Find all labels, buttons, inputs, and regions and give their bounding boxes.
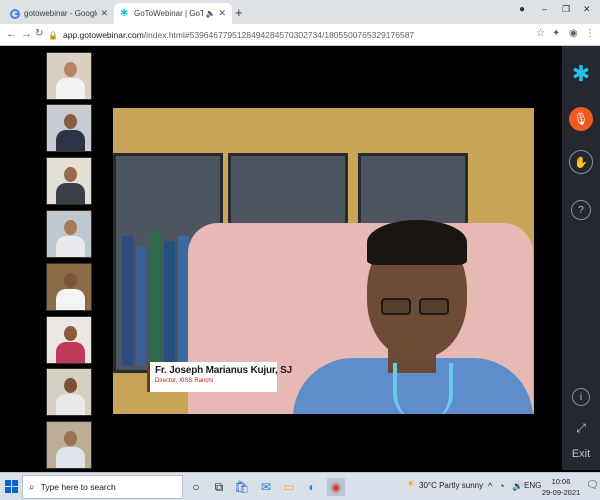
attendee-thumbnail[interactable] xyxy=(46,210,92,258)
attendee-head xyxy=(64,220,77,235)
bookmark-star-icon[interactable]: ☆ xyxy=(536,28,545,39)
attendee-body xyxy=(56,130,85,151)
speaker-icon[interactable]: 🔈 xyxy=(205,9,215,18)
extensions-icon[interactable]: ✦ xyxy=(552,28,560,39)
speaker-nameplate: Fr. Joseph Marianus Kujur, SJ Director, … xyxy=(147,362,293,392)
binder xyxy=(150,231,161,366)
attendee-body xyxy=(56,342,85,363)
back-arrow-icon[interactable]: ← xyxy=(6,28,17,40)
browser-tab-bar: gotowebinar - Google Search ✕ ✱ GoToWebi… xyxy=(0,0,600,24)
tab-title: gotowebinar - Google Search xyxy=(24,9,97,18)
expand-icon[interactable]: ⤢ xyxy=(569,416,593,440)
clock-time: 10:06 xyxy=(551,477,571,486)
screen: gotowebinar - Google Search ✕ ✱ GoToWebi… xyxy=(0,0,600,500)
url-field[interactable]: 🔒 app.gotowebinar.com/index.html#5396467… xyxy=(48,27,548,43)
info-icon[interactable]: i xyxy=(572,388,590,406)
attendee-head xyxy=(64,114,77,129)
exit-button[interactable]: Exit xyxy=(562,448,600,460)
attendee-head xyxy=(64,167,77,182)
glasses xyxy=(381,298,453,316)
new-tab-button[interactable]: + xyxy=(235,5,243,20)
minimize-button[interactable]: – xyxy=(542,4,547,14)
attendee-thumbnail[interactable] xyxy=(46,368,92,416)
close-tab-icon[interactable]: ✕ xyxy=(218,8,226,19)
microphone-icon[interactable]: 🎙 xyxy=(569,107,593,131)
help-icon[interactable]: ? xyxy=(571,200,591,220)
chrome-icon[interactable]: ◉ xyxy=(327,478,345,496)
attendee-thumbnail[interactable] xyxy=(46,316,92,364)
attendee-body xyxy=(56,394,85,415)
gotowebinar-icon: ✱ xyxy=(120,7,129,19)
attendee-head xyxy=(64,431,77,446)
taskbar-clock[interactable]: 10:06 29-09-2021 xyxy=(540,476,582,498)
cortana-icon[interactable]: ○ xyxy=(187,478,205,496)
tab-title: GoToWebinar | GoToWebinar xyxy=(134,9,204,18)
weather-text[interactable]: 30°C Partly sunny xyxy=(419,481,483,490)
url-path: /index.html#5396467795128494284570302734… xyxy=(143,30,415,40)
edge-icon[interactable]: ◐ xyxy=(303,478,321,496)
attendee-head xyxy=(64,273,77,288)
windows-taskbar: ⌕ Type here to search ○ ⧉ 🛍 ✉ ▭ ◐ ◉ ☀ 30… xyxy=(0,472,600,500)
close-window-button[interactable]: ✕ xyxy=(583,4,591,15)
store-icon[interactable]: 🛍 xyxy=(233,478,251,496)
attendee-thumbnail[interactable] xyxy=(46,263,92,311)
notifications-icon[interactable]: 🗨 xyxy=(586,480,599,491)
attendee-thumbnail[interactable] xyxy=(46,421,92,469)
google-g-icon xyxy=(10,8,20,19)
url-host: app.gotowebinar.com xyxy=(62,30,144,40)
gotowebinar-logo-icon: ✱ xyxy=(571,61,591,86)
attendee-body xyxy=(56,289,85,310)
raise-hand-icon[interactable]: ✋ xyxy=(569,150,593,174)
attendee-head xyxy=(64,378,77,393)
lanyard xyxy=(393,363,453,414)
speaker-role: Director, XISS Ranchi xyxy=(155,378,214,384)
attendee-head xyxy=(64,62,77,77)
address-bar-row: ← → ↻ 🔒 app.gotowebinar.com/index.html#5… xyxy=(0,24,600,46)
binder xyxy=(122,236,133,366)
weather-icon: ☀ xyxy=(406,479,415,490)
binder xyxy=(136,246,147,366)
close-tab-icon[interactable]: ✕ xyxy=(100,8,108,19)
attendee-thumbnail[interactable] xyxy=(46,104,92,152)
task-view-icon[interactable]: ⧉ xyxy=(210,478,228,496)
glasses-lens xyxy=(419,298,449,315)
attendee-thumbnail[interactable] xyxy=(46,157,92,205)
attendee-body xyxy=(56,183,85,204)
speaker-name: Fr. Joseph Marianus Kujur, SJ xyxy=(155,365,293,376)
attendee-thumbnail[interactable] xyxy=(46,52,92,100)
attendee-head xyxy=(64,326,77,341)
forward-arrow-icon[interactable]: → xyxy=(21,28,32,40)
search-placeholder: Type here to search xyxy=(40,482,116,492)
speaker-hair xyxy=(367,220,467,265)
binder xyxy=(164,241,175,366)
volume-icon[interactable]: 🔊 xyxy=(512,481,523,492)
network-icon[interactable]: ◔ xyxy=(499,481,504,491)
tab-gotowebinar[interactable]: ✱ GoToWebinar | GoToWebinar 🔈 ✕ xyxy=(114,3,232,24)
language-indicator[interactable]: ENG xyxy=(524,481,541,490)
menu-kebab-icon[interactable]: ⋮ xyxy=(585,28,595,39)
taskbar-search-box[interactable]: ⌕ Type here to search xyxy=(22,475,183,499)
mail-icon[interactable]: ✉ xyxy=(257,478,275,496)
tab-google-search[interactable]: gotowebinar - Google Search ✕ xyxy=(4,3,114,24)
file-explorer-icon[interactable]: ▭ xyxy=(280,478,298,496)
windows-start-icon[interactable] xyxy=(5,480,18,493)
attendee-body xyxy=(56,236,85,257)
profile-avatar-icon[interactable]: ◉ xyxy=(569,28,578,39)
glasses-lens xyxy=(381,298,411,315)
chrome-profile-icon[interactable]: ● xyxy=(519,4,525,15)
maximize-button[interactable]: ❐ xyxy=(562,4,570,15)
tray-arrow-icon[interactable]: ^ xyxy=(488,481,492,491)
lock-icon: 🔒 xyxy=(48,30,58,40)
clock-date: 29-09-2021 xyxy=(541,488,581,497)
reload-icon[interactable]: ↻ xyxy=(35,28,43,39)
attendee-body xyxy=(56,78,85,99)
attendee-body xyxy=(56,447,85,468)
search-icon: ⌕ xyxy=(29,481,35,493)
